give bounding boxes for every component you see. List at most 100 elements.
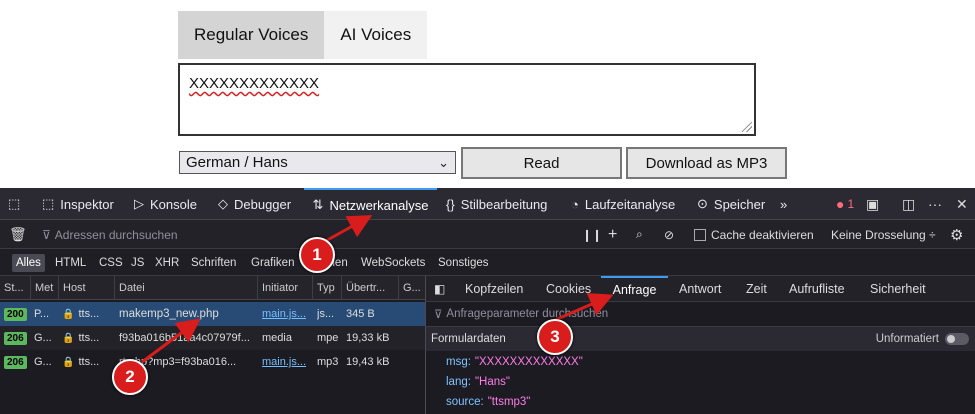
lock-icon: 🔒 (62, 356, 75, 368)
type-filter-css[interactable]: CSS (95, 254, 127, 272)
row-method: G... (34, 332, 52, 344)
raw-toggle[interactable] (945, 333, 969, 345)
type-filter-websockets[interactable]: WebSockets (357, 254, 429, 272)
type-filter-sonstiges[interactable]: Sonstiges (434, 254, 493, 272)
tab-zeit[interactable]: Zeit (746, 276, 767, 302)
tab-kopfzeilen[interactable]: Kopfzeilen (465, 276, 523, 302)
settings-gear-icon[interactable]: ⚙ (950, 220, 963, 249)
request-type-filters: Alles HTML CSS JS XHR Schriften Grafiken… (0, 249, 975, 276)
param-row: lang: "Hans" (446, 372, 510, 392)
type-filter-xhr[interactable]: XHR (151, 254, 183, 272)
tool-speicher[interactable]: ⊙ Speicher (697, 188, 765, 220)
tool-laufzeitanalyse[interactable]: ◔ Laufzeitanalyse (571, 188, 675, 220)
col-method[interactable]: Met (30, 276, 58, 300)
tool-stilbearbeitung[interactable]: {} Stilbearbeitung (446, 188, 547, 220)
row-initiator-link[interactable]: main.js... (262, 302, 310, 326)
form-data-header[interactable]: Formulardaten Unformatiert (426, 327, 975, 351)
param-row: msg: "XXXXXXXXXXXXX" (446, 352, 583, 372)
close-icon[interactable]: ✕ (956, 188, 968, 220)
tool-label: Debugger (234, 196, 292, 212)
param-key: msg: (446, 356, 471, 368)
row-host: tts... (78, 308, 100, 320)
checkbox-box (694, 228, 706, 241)
filter-placeholder: Adressen durchsuchen (54, 227, 178, 242)
tool-konsole[interactable]: ▷ Konsole (134, 188, 197, 220)
cache-checkbox[interactable]: Cache deaktivieren (694, 220, 814, 249)
more-options-icon[interactable]: ··· (928, 188, 942, 220)
tab-antwort[interactable]: Antwort (679, 276, 721, 302)
devtools-toolbar: ⬚ ⬚ Inspektor ▷ Konsole ◇ Debugger ⇅ Netzwer… (0, 188, 975, 220)
toggle-sidebar-icon[interactable]: ◧ (434, 276, 445, 302)
row-host: tts... (78, 356, 100, 368)
row-initiator-link[interactable]: main.js... (262, 350, 310, 374)
chevron-down-icon: ⌄ (438, 155, 449, 170)
voice-select-value: German / Hans (186, 154, 288, 171)
type-filter-js[interactable]: JS (127, 254, 148, 272)
form-data-title: Formulardaten (431, 333, 506, 345)
row-initiator: media (262, 332, 292, 344)
col-size[interactable]: G... (398, 276, 425, 300)
tab-anfrage[interactable]: Anfrage (601, 276, 668, 302)
row-type: mp3 (317, 356, 339, 368)
row-file: f93ba016b51aa4c07979f... (119, 332, 250, 344)
read-button[interactable]: Read (461, 147, 622, 179)
param-value: "Hans" (474, 376, 510, 388)
voice-select[interactable]: German / Hans ⌄ (179, 151, 456, 174)
element-picker-icon[interactable]: ⬚ (8, 188, 20, 220)
col-status[interactable]: St... (0, 276, 30, 300)
debugger-icon: ◇ (218, 196, 228, 211)
text-input[interactable]: XXXXXXXXXXXXX (178, 63, 756, 136)
table-row[interactable]: 206 G... 🔒 tts... f93ba016b51aa4c07979f..… (0, 326, 425, 350)
error-count: 1 (847, 197, 855, 211)
tab-ai-voices[interactable]: AI Voices (324, 11, 428, 59)
block-icon[interactable]: ⊘ (664, 220, 674, 249)
tab-cookies[interactable]: Cookies (546, 276, 591, 302)
type-filter-alles[interactable]: Alles (12, 254, 45, 272)
tab-aufrufliste[interactable]: Aufrufliste (789, 276, 845, 302)
throttle-select[interactable]: Keine Drosselung ÷ (831, 220, 936, 249)
console-icon: ▷ (134, 196, 144, 211)
tool-label: Speicher (713, 196, 766, 212)
raw-toggle-label: Unformatiert (875, 333, 939, 345)
param-key: lang: (446, 376, 471, 388)
row-type: js... (317, 308, 335, 320)
inspector-icon: ⬚ (42, 196, 55, 211)
col-initiator[interactable]: Initiator (257, 276, 312, 300)
tool-label: Stilbearbeitung (460, 196, 548, 212)
tool-inspektor[interactable]: ⬚ Inspektor (42, 188, 114, 220)
table-row[interactable]: 206 G... 🔒 tts... rt.php?mp3=f93ba016... … (0, 350, 425, 374)
col-type[interactable]: Typ (312, 276, 341, 300)
tool-label: Laufzeitanalyse (584, 196, 676, 212)
request-table-header: St... Met Host Datei Initiator Typ Übert… (0, 276, 425, 300)
overflow-chevron-icon[interactable]: » (780, 188, 787, 220)
tab-regular-voices[interactable]: Regular Voices (178, 11, 325, 59)
col-file[interactable]: Datei (114, 276, 257, 300)
row-file: makemp3_new.php (119, 308, 219, 320)
url-filter-input[interactable]: ⊽ Adressen durchsuchen (42, 220, 178, 249)
search-icon[interactable]: ⌕ (636, 220, 643, 249)
tab-sicherheit[interactable]: Sicherheit (870, 276, 926, 302)
params-placeholder: Anfrageparameter durchsuchen (446, 308, 609, 320)
split-console-icon[interactable]: ▣ (866, 188, 879, 220)
table-row[interactable]: 200 P... 🔒 tts... makemp3_new.php main.js… (0, 302, 425, 326)
row-transferred: 19,43 kB (346, 356, 390, 368)
type-filter-schriften[interactable]: Schriften (187, 254, 240, 272)
error-counter[interactable]: ● 1 (836, 188, 854, 220)
col-transferred[interactable]: Übertr... (341, 276, 398, 300)
download-mp3-button[interactable]: Download as MP3 (626, 147, 787, 179)
tool-label: Inspektor (60, 196, 114, 212)
add-icon[interactable]: + (608, 220, 617, 249)
row-transferred: 345 B (346, 308, 375, 320)
status-badge: 206 (4, 331, 27, 345)
trash-icon[interactable]: 🗑 (9, 220, 27, 249)
col-host[interactable]: Host (58, 276, 114, 300)
params-filter-input[interactable]: ⊽ Anfrageparameter durchsuchen (426, 302, 975, 327)
pause-icon[interactable]: ❙❙ (582, 220, 602, 249)
type-filter-html[interactable]: HTML (51, 254, 90, 272)
tool-debugger[interactable]: ◇ Debugger (218, 188, 291, 220)
resize-handle[interactable] (742, 122, 752, 132)
type-filter-grafiken[interactable]: Grafiken (247, 254, 298, 272)
dock-icon[interactable]: ◫ (902, 188, 915, 220)
tool-netzwerkanalyse[interactable]: ⇅ Netzwerkanalyse (304, 188, 437, 220)
param-value: "ttsmp3" (487, 396, 531, 408)
